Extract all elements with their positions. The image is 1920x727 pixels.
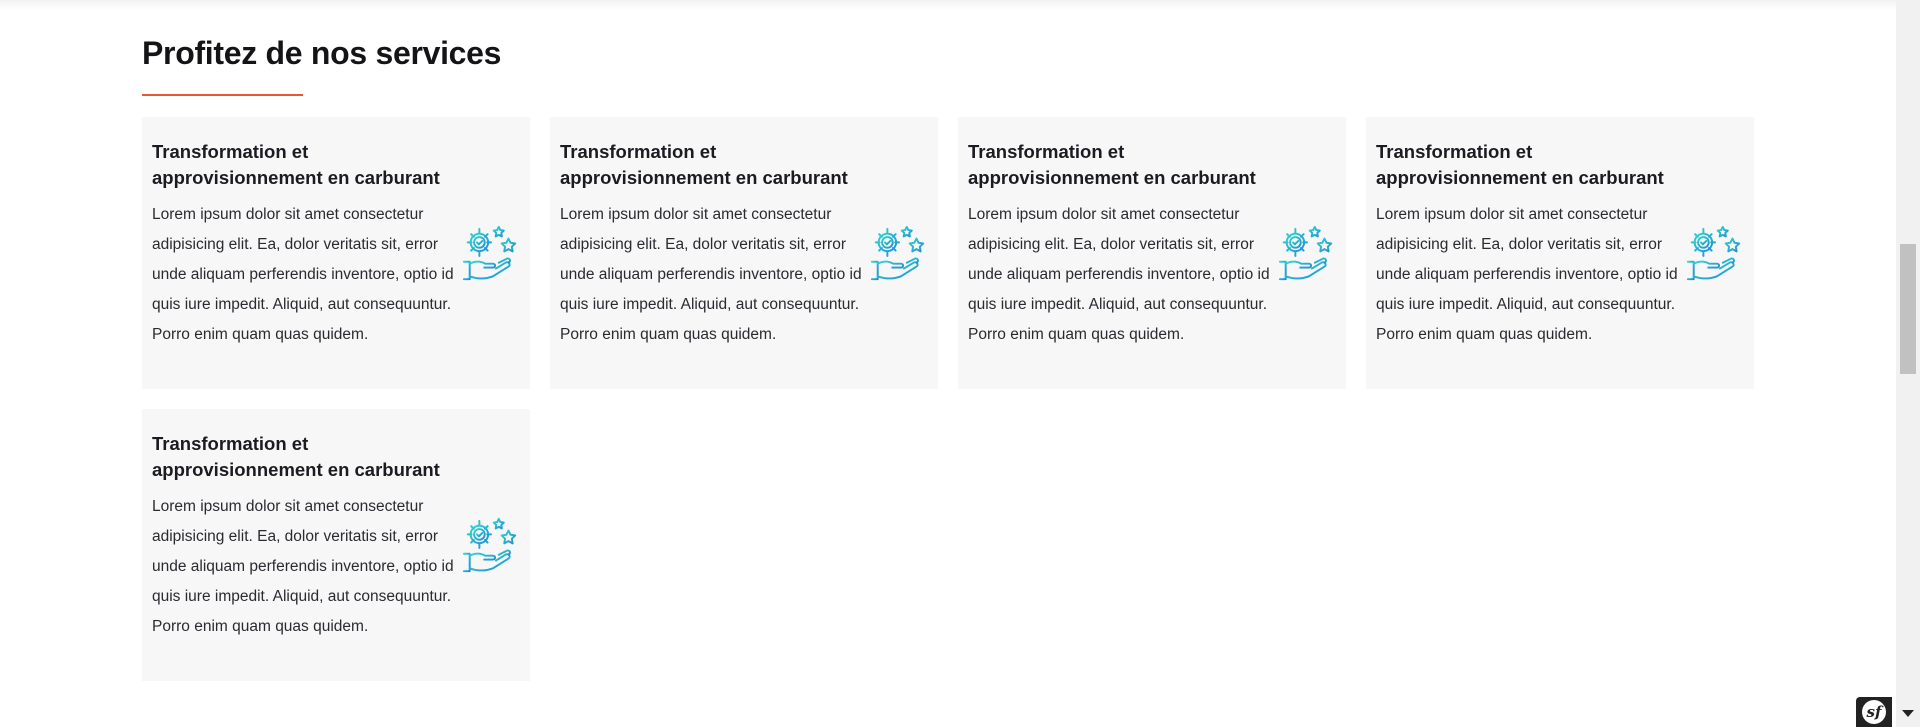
- service-card[interactable]: Transformation et approvisionnement en c…: [1366, 117, 1754, 389]
- section-title: Profitez de nos services: [142, 35, 502, 71]
- services-grid: Transformation et approvisionnement en c…: [142, 117, 1754, 681]
- service-card-text: Lorem ipsum dolor sit amet consectetur a…: [152, 206, 454, 343]
- hand-gear-stars-icon: [1276, 223, 1338, 285]
- service-card-title: Transformation et approvisionnement en c…: [560, 141, 848, 188]
- chevron-down-icon[interactable]: [1902, 710, 1914, 717]
- service-card-title: Transformation et approvisionnement en c…: [152, 141, 440, 188]
- service-card[interactable]: Transformation et approvisionnement en c…: [142, 409, 530, 681]
- service-card-text: Lorem ipsum dolor sit amet consectetur a…: [560, 206, 862, 343]
- page-scrollbar[interactable]: [1896, 0, 1920, 727]
- header-shadow: [0, 0, 1896, 10]
- service-card-title: Transformation et approvisionnement en c…: [152, 433, 440, 480]
- hand-gear-stars-icon: [1684, 223, 1746, 285]
- service-card-text: Lorem ipsum dolor sit amet consectetur a…: [968, 206, 1270, 343]
- service-card-title: Transformation et approvisionnement en c…: [968, 141, 1256, 188]
- service-card[interactable]: Transformation et approvisionnement en c…: [958, 117, 1346, 389]
- hand-gear-stars-icon: [868, 223, 930, 285]
- debug-toolbar-toggle[interactable]: sf: [1856, 697, 1892, 727]
- symfony-logo-icon: sf: [1862, 700, 1886, 724]
- scrollbar-thumb[interactable]: [1900, 244, 1916, 374]
- service-card-text: Lorem ipsum dolor sit amet consectetur a…: [152, 498, 454, 635]
- title-underline: [142, 94, 303, 96]
- services-section: Profitez de nos services Transformation …: [142, 32, 1754, 681]
- hand-gear-stars-icon: [460, 223, 522, 285]
- hand-gear-stars-icon: [460, 515, 522, 577]
- service-card[interactable]: Transformation et approvisionnement en c…: [142, 117, 530, 389]
- service-card-text: Lorem ipsum dolor sit amet consectetur a…: [1376, 206, 1678, 343]
- service-card[interactable]: Transformation et approvisionnement en c…: [550, 117, 938, 389]
- service-card-title: Transformation et approvisionnement en c…: [1376, 141, 1664, 188]
